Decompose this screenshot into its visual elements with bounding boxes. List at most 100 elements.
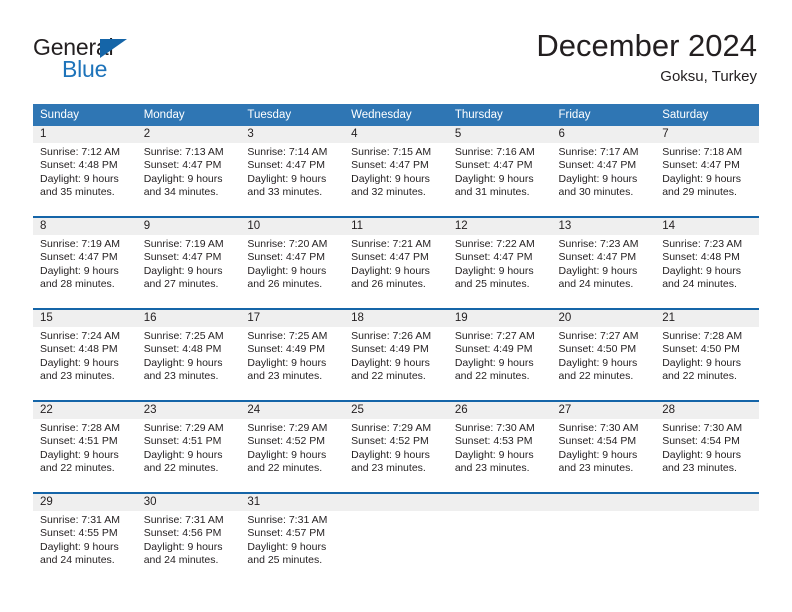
day-cell[interactable]: 19 Sunrise: 7:27 AM Sunset: 4:49 PM Dayligh… xyxy=(447,310,552,400)
sunset-text: Sunset: 4:51 PM xyxy=(143,435,222,448)
day-details: Sunrise: 7:31 AM Sunset: 4:55 PM Daylight:… xyxy=(33,511,137,567)
day-cell[interactable]: 23 Sunrise: 7:29 AM Sunset: 4:51 PM Dayligh… xyxy=(136,402,241,492)
day-number: 4 xyxy=(344,126,448,143)
sunrise-text: Sunrise: 7:30 AM xyxy=(454,422,535,434)
day-cell[interactable]: 21 Sunrise: 7:28 AM Sunset: 4:50 PM Dayligh… xyxy=(655,310,759,400)
day-cell[interactable]: 11 Sunrise: 7:21 AM Sunset: 4:47 PM Dayligh… xyxy=(344,218,448,308)
day-details: Sunrise: 7:12 AM Sunset: 4:48 PM Daylight:… xyxy=(33,143,137,199)
daylight-text-line2: and 32 minutes. xyxy=(351,185,426,198)
sunset-text: Sunset: 4:47 PM xyxy=(454,251,533,264)
day-cell[interactable]: 5 Sunrise: 7:16 AM Sunset: 4:47 PM Daylight… xyxy=(447,126,552,216)
day-cell[interactable]: 24 Sunrise: 7:29 AM Sunset: 4:52 PM Dayligh… xyxy=(240,402,345,492)
day-cell-empty xyxy=(655,494,759,584)
day-cell[interactable]: 20 Sunrise: 7:27 AM Sunset: 4:50 PM Dayligh… xyxy=(551,310,656,400)
daylight-text-line1: Daylight: 9 hours xyxy=(40,172,119,185)
general-blue-logo[interactable]: General Blue xyxy=(33,36,173,86)
sunrise-text: Sunrise: 7:22 AM xyxy=(454,238,535,250)
day-details: Sunrise: 7:17 AM Sunset: 4:47 PM Daylight:… xyxy=(552,143,656,199)
sunrise-text: Sunrise: 7:28 AM xyxy=(40,422,120,434)
daylight-text-line1: Daylight: 9 hours xyxy=(662,172,742,185)
daylight-text-line1: Daylight: 9 hours xyxy=(143,356,223,369)
day-cell[interactable]: 16 Sunrise: 7:25 AM Sunset: 4:48 PM Dayligh… xyxy=(136,310,241,400)
daylight-text-line1: Daylight: 9 hours xyxy=(351,172,430,185)
sunset-text: Sunset: 4:56 PM xyxy=(143,527,222,540)
day-cell[interactable]: 29 Sunrise: 7:31 AM Sunset: 4:55 PM Dayligh… xyxy=(33,494,137,584)
day-cell[interactable]: 13 Sunrise: 7:23 AM Sunset: 4:47 PM Dayligh… xyxy=(551,218,656,308)
day-cell[interactable]: 26 Sunrise: 7:30 AM Sunset: 4:53 PM Dayligh… xyxy=(447,402,552,492)
day-cell[interactable]: 7 Sunrise: 7:18 AM Sunset: 4:47 PM Daylight… xyxy=(655,126,759,216)
daylight-text-line1: Daylight: 9 hours xyxy=(454,448,534,461)
daylight-text-line2: and 29 minutes. xyxy=(662,185,737,198)
day-number: 13 xyxy=(551,218,656,235)
sunrise-text: Sunrise: 7:26 AM xyxy=(351,330,432,342)
day-cell[interactable]: 6 Sunrise: 7:17 AM Sunset: 4:47 PM Daylight… xyxy=(551,126,656,216)
day-number: 10 xyxy=(240,218,345,235)
daylight-text-line2: and 22 minutes. xyxy=(454,369,530,382)
day-details: Sunrise: 7:13 AM Sunset: 4:47 PM Daylight:… xyxy=(137,143,241,199)
day-cell[interactable]: 30 Sunrise: 7:31 AM Sunset: 4:56 PM Dayligh… xyxy=(136,494,241,584)
day-cell[interactable]: 1 Sunrise: 7:12 AM Sunset: 4:48 PM Daylight… xyxy=(33,126,137,216)
day-number xyxy=(655,494,759,511)
day-cell[interactable]: 15 Sunrise: 7:24 AM Sunset: 4:48 PM Dayligh… xyxy=(33,310,137,400)
sunset-text: Sunset: 4:47 PM xyxy=(662,159,740,172)
daylight-text-line2: and 23 minutes. xyxy=(40,369,115,382)
day-number: 28 xyxy=(655,402,759,419)
sunrise-text: Sunrise: 7:29 AM xyxy=(247,422,328,434)
sunrise-text: Sunrise: 7:30 AM xyxy=(558,422,639,434)
day-cell[interactable]: 8 Sunrise: 7:19 AM Sunset: 4:47 PM Daylight… xyxy=(33,218,137,308)
day-number: 3 xyxy=(240,126,345,143)
day-details: Sunrise: 7:25 AM Sunset: 4:49 PM Daylight:… xyxy=(240,327,344,383)
daylight-text-line2: and 27 minutes. xyxy=(143,277,219,290)
daylight-text-line1: Daylight: 9 hours xyxy=(247,448,327,461)
day-cell[interactable]: 18 Sunrise: 7:26 AM Sunset: 4:49 PM Dayligh… xyxy=(344,310,448,400)
day-details: Sunrise: 7:28 AM Sunset: 4:51 PM Daylight:… xyxy=(33,419,137,475)
day-cell[interactable]: 2 Sunrise: 7:13 AM Sunset: 4:47 PM Daylight… xyxy=(136,126,241,216)
day-cell[interactable]: 9 Sunrise: 7:19 AM Sunset: 4:47 PM Daylight… xyxy=(136,218,241,308)
sunrise-text: Sunrise: 7:24 AM xyxy=(40,330,120,342)
day-cell[interactable]: 27 Sunrise: 7:30 AM Sunset: 4:54 PM Dayligh… xyxy=(551,402,656,492)
daylight-text-line1: Daylight: 9 hours xyxy=(454,264,534,277)
calendar-week-row: 8 Sunrise: 7:19 AM Sunset: 4:47 PM Daylight… xyxy=(33,218,759,308)
page-subtitle: Goksu, Turkey xyxy=(660,68,757,85)
day-details: Sunrise: 7:20 AM Sunset: 4:47 PM Daylight:… xyxy=(240,235,344,291)
calendar-grid: Sunday Monday Tuesday Wednesday Thursday… xyxy=(33,104,759,584)
sunrise-text: Sunrise: 7:27 AM xyxy=(454,330,535,342)
daylight-text-line1: Daylight: 9 hours xyxy=(558,172,638,185)
sunrise-text: Sunrise: 7:25 AM xyxy=(143,330,224,342)
daylight-text-line2: and 24 minutes. xyxy=(143,553,219,566)
day-number xyxy=(447,494,552,511)
sunset-text: Sunset: 4:47 PM xyxy=(143,251,222,264)
day-cell-empty xyxy=(344,494,448,584)
daylight-text-line1: Daylight: 9 hours xyxy=(558,264,638,277)
title-block: December 2024 Goksu, Turkey xyxy=(536,28,757,87)
day-number: 16 xyxy=(136,310,241,327)
day-cell[interactable]: 14 Sunrise: 7:23 AM Sunset: 4:48 PM Dayligh… xyxy=(655,218,759,308)
sunset-text: Sunset: 4:49 PM xyxy=(351,343,429,356)
day-cell[interactable]: 31 Sunrise: 7:31 AM Sunset: 4:57 PM Dayligh… xyxy=(240,494,345,584)
day-number xyxy=(551,494,656,511)
sunrise-text: Sunrise: 7:12 AM xyxy=(40,146,120,158)
day-number: 11 xyxy=(344,218,448,235)
day-cell[interactable]: 25 Sunrise: 7:29 AM Sunset: 4:52 PM Dayligh… xyxy=(344,402,448,492)
daylight-text-line2: and 33 minutes. xyxy=(247,185,323,198)
daylight-text-line1: Daylight: 9 hours xyxy=(662,448,742,461)
daylight-text-line1: Daylight: 9 hours xyxy=(247,356,327,369)
day-number: 6 xyxy=(551,126,656,143)
sunrise-text: Sunrise: 7:25 AM xyxy=(247,330,328,342)
weekday-header-tuesday: Tuesday xyxy=(240,104,345,126)
day-cell[interactable]: 17 Sunrise: 7:25 AM Sunset: 4:49 PM Dayligh… xyxy=(240,310,345,400)
day-cell[interactable]: 12 Sunrise: 7:22 AM Sunset: 4:47 PM Dayligh… xyxy=(447,218,552,308)
sunrise-text: Sunrise: 7:21 AM xyxy=(351,238,432,250)
day-cell[interactable]: 28 Sunrise: 7:30 AM Sunset: 4:54 PM Dayligh… xyxy=(655,402,759,492)
day-cell[interactable]: 4 Sunrise: 7:15 AM Sunset: 4:47 PM Daylight… xyxy=(344,126,448,216)
daylight-text-line2: and 25 minutes. xyxy=(454,277,530,290)
daylight-text-line2: and 30 minutes. xyxy=(558,185,634,198)
daylight-text-line2: and 23 minutes. xyxy=(143,369,219,382)
day-cell[interactable]: 3 Sunrise: 7:14 AM Sunset: 4:47 PM Daylight… xyxy=(240,126,345,216)
sunrise-text: Sunrise: 7:30 AM xyxy=(662,422,743,434)
daylight-text-line2: and 35 minutes. xyxy=(40,185,115,198)
day-details: Sunrise: 7:25 AM Sunset: 4:48 PM Daylight:… xyxy=(137,327,241,383)
day-cell[interactable]: 10 Sunrise: 7:20 AM Sunset: 4:47 PM Dayligh… xyxy=(240,218,345,308)
day-cell[interactable]: 22 Sunrise: 7:28 AM Sunset: 4:51 PM Dayligh… xyxy=(33,402,137,492)
day-number: 18 xyxy=(344,310,448,327)
